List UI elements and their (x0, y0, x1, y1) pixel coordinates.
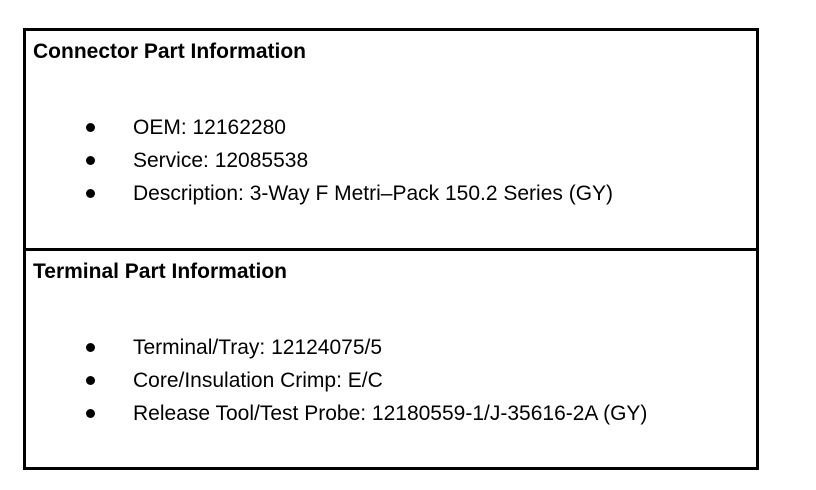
core-insulation-crimp: Core/Insulation Crimp: E/C (133, 369, 383, 392)
terminal-tray-number: Terminal/Tray: 12124075/5 (133, 336, 383, 359)
terminal-section-title: Terminal Part Information (33, 260, 287, 283)
terminal-part-information-section: Terminal Part Information Terminal/Tray:… (26, 251, 756, 467)
connector-description: Description: 3-Way F Metri–Pack 150.2 Se… (133, 182, 614, 205)
bullet-icon (86, 376, 95, 385)
connector-section-title: Connector Part Information (33, 40, 307, 63)
bullet-icon (86, 123, 95, 132)
bullet-icon (86, 409, 95, 418)
bullet-icon (86, 343, 95, 352)
release-tool-test-probe: Release Tool/Test Probe: 12180559-1/J-35… (133, 402, 648, 425)
part-information-table: Connector Part Information OEM: 12162280… (23, 28, 759, 470)
bullet-icon (86, 189, 95, 198)
bullet-icon (86, 156, 95, 165)
connector-part-information-section: Connector Part Information OEM: 12162280… (26, 31, 756, 251)
oem-part-number: OEM: 12162280 (133, 116, 286, 139)
service-part-number: Service: 12085538 (133, 149, 309, 172)
